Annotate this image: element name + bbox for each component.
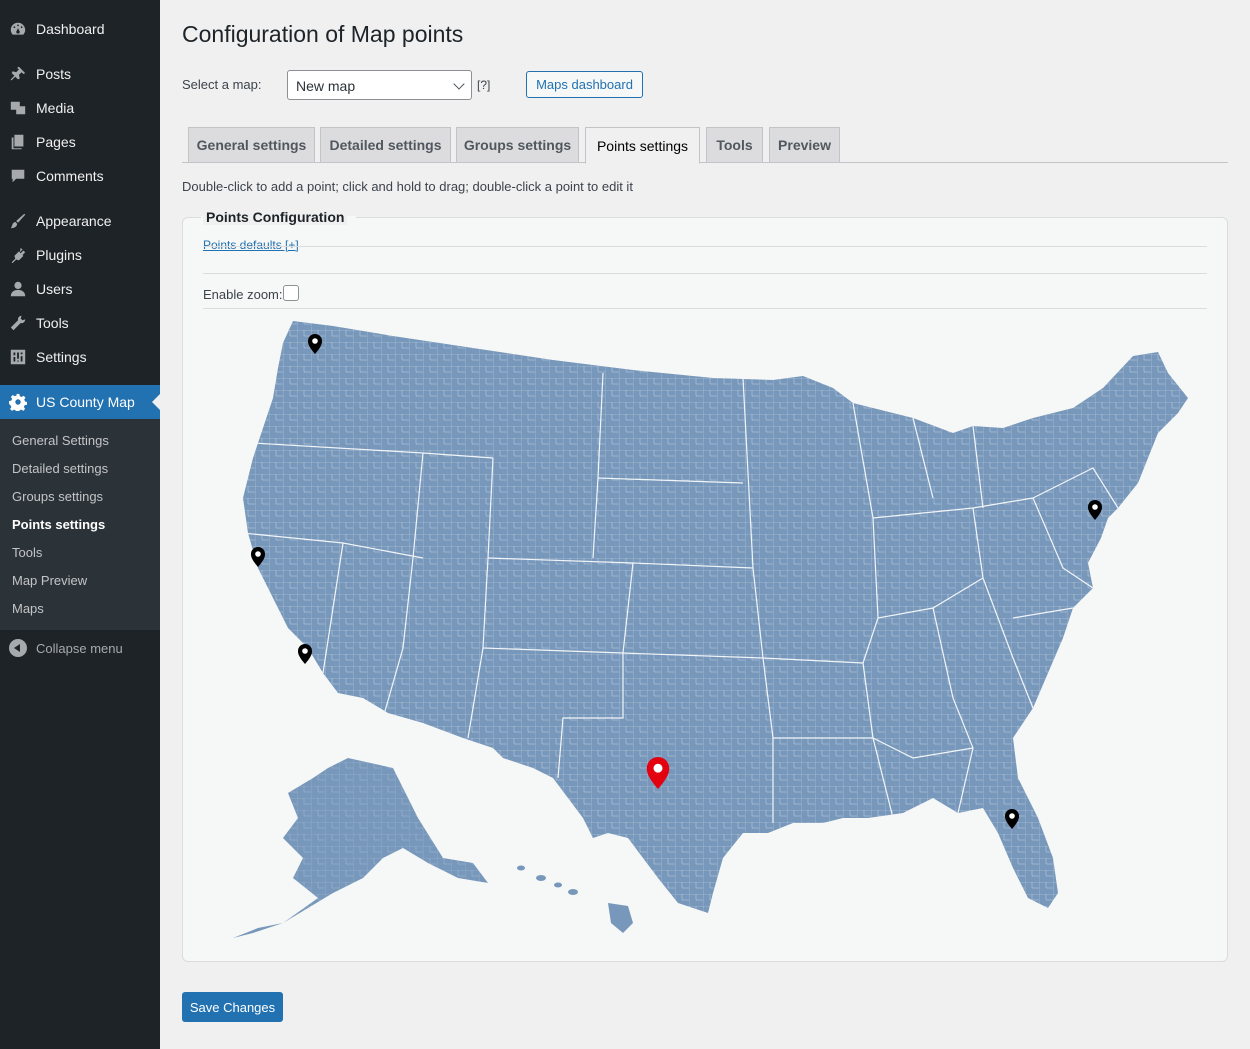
map-pin-dot — [302, 648, 308, 654]
menu-label: Appearance — [36, 213, 112, 229]
submenu: General Settings Detailed settings Group… — [0, 419, 160, 630]
submenu-maps[interactable]: Maps — [12, 601, 44, 616]
menu-settings[interactable]: Settings — [0, 340, 160, 374]
map-pin-dot — [1009, 813, 1015, 819]
menu-label: Dashboard — [36, 21, 105, 37]
menu-label: Users — [36, 281, 73, 297]
divider — [203, 308, 1207, 309]
gear-icon — [8, 392, 28, 412]
plugin-icon — [8, 245, 28, 265]
map-pin-dot — [312, 338, 318, 344]
media-icon — [8, 98, 28, 118]
submenu-points-settings[interactable]: Points settings — [12, 517, 105, 532]
menu-comments[interactable]: Comments — [0, 159, 160, 193]
divider — [203, 273, 1207, 274]
map-select[interactable]: New map — [287, 70, 472, 100]
tab-tools[interactable]: Tools — [706, 127, 763, 163]
help-link[interactable]: [?] — [477, 78, 490, 92]
map-select-value: New map — [296, 78, 356, 94]
save-changes-button[interactable]: Save Changes — [182, 992, 283, 1022]
tab-general-settings[interactable]: General settings — [188, 127, 315, 163]
pages-icon — [8, 132, 28, 152]
alaska-boroughs — [283, 758, 488, 923]
aleutian-islands — [233, 923, 283, 938]
submenu-tools[interactable]: Tools — [12, 545, 42, 560]
menu-appearance[interactable]: Appearance — [0, 204, 160, 238]
hawaii[interactable] — [517, 865, 633, 934]
menu-label: Media — [36, 100, 75, 116]
map-pin-icon — [298, 644, 312, 664]
collapse-icon — [9, 639, 27, 657]
menu-users[interactable]: Users — [0, 272, 160, 306]
menu-label: Tools — [36, 315, 69, 331]
menu-plugins[interactable]: Plugins — [0, 238, 160, 272]
submenu-detailed-settings[interactable]: Detailed settings — [12, 461, 108, 476]
collapse-menu-button[interactable]: Collapse menu — [0, 636, 160, 660]
divider — [203, 246, 1207, 247]
menu-pages[interactable]: Pages — [0, 125, 160, 159]
maps-dashboard-button[interactable]: Maps dashboard — [526, 71, 643, 98]
points-defaults-link[interactable]: Points defaults [+] — [203, 238, 299, 252]
tab-preview[interactable]: Preview — [769, 127, 840, 163]
map-pin-dot — [653, 763, 663, 773]
menu-label: Settings — [36, 349, 87, 365]
settings-icon — [8, 347, 28, 367]
admin-sidebar: Dashboard Posts Media Pages Comments App… — [0, 0, 160, 1049]
menu-label: Pages — [36, 134, 76, 150]
tab-points-settings[interactable]: Points settings — [585, 127, 700, 164]
enable-zoom-label: Enable zoom: — [203, 287, 283, 302]
submenu-groups-settings[interactable]: Groups settings — [12, 489, 103, 504]
tab-detailed-settings[interactable]: Detailed settings — [320, 127, 451, 163]
chevron-down-icon — [453, 78, 465, 90]
map-pin-dot — [255, 551, 261, 557]
page-title: Configuration of Map points — [182, 21, 464, 47]
pin-icon — [8, 64, 28, 84]
us-map-svg[interactable] — [213, 318, 1203, 943]
us-county-map[interactable] — [213, 318, 1203, 943]
panel-title: Points Configuration — [203, 209, 348, 225]
map-pin-dot — [1092, 504, 1098, 510]
settings-tabs: General settings Detailed settings Group… — [182, 126, 1228, 164]
menu-dashboard[interactable]: Dashboard — [0, 12, 160, 46]
tab-groups-settings[interactable]: Groups settings — [456, 127, 579, 163]
collapse-label: Collapse menu — [36, 640, 123, 656]
menu-label: Posts — [36, 66, 72, 82]
wrench-icon — [8, 313, 28, 333]
comment-icon — [8, 166, 28, 186]
menu-tools[interactable]: Tools — [0, 306, 160, 340]
user-icon — [8, 279, 28, 299]
submenu-map-preview[interactable]: Map Preview — [12, 573, 87, 588]
submenu-general-settings[interactable]: General Settings — [12, 433, 109, 448]
select-map-label: Select a map: — [182, 77, 262, 92]
menu-label: US County Map — [36, 394, 135, 410]
enable-zoom-checkbox[interactable] — [283, 285, 299, 301]
instructions-text: Double-click to add a point; click and h… — [182, 179, 633, 194]
menu-posts[interactable]: Posts — [0, 57, 160, 91]
dashboard-icon — [8, 19, 28, 39]
menu-media[interactable]: Media — [0, 91, 160, 125]
menu-us-county-map[interactable]: US County Map — [0, 385, 160, 419]
points-configuration-panel: Points Configuration Points defaults [+]… — [182, 209, 1228, 962]
menu-label: Plugins — [36, 247, 82, 263]
brush-icon — [8, 211, 28, 231]
map-point-marker[interactable] — [298, 644, 312, 664]
main-content: Configuration of Map points Select a map… — [160, 0, 1250, 1049]
menu-label: Comments — [36, 168, 104, 184]
